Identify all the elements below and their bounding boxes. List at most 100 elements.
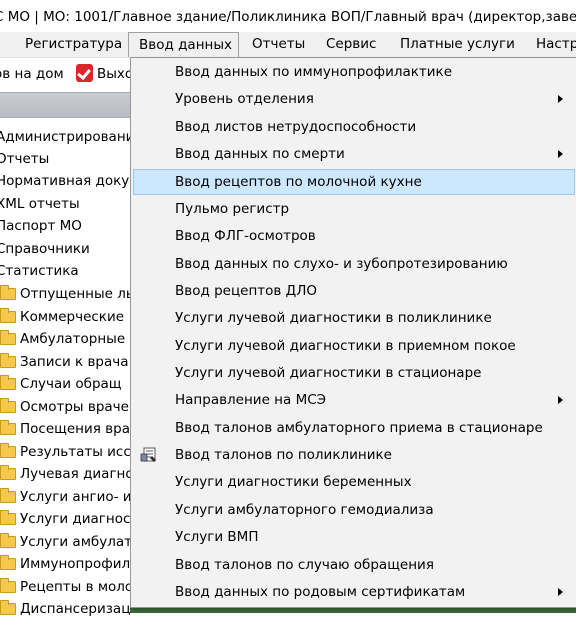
exit-checkmark-icon[interactable] [76,64,93,82]
menu-item-label: Ввод листов нетрудоспособности [175,119,417,135]
folder-icon [0,443,16,458]
menu-item-dlo-recipes[interactable]: Ввод рецептов ДЛО [133,279,575,304]
folder-icon [0,353,16,368]
folder-icon [0,398,16,413]
menu-item-label: Услуги ВМП [175,529,259,545]
tree-item[interactable]: Паспорт МО [0,215,82,237]
tree-item[interactable]: Отчеты [0,148,49,170]
menu-item-vmp-services[interactable]: Услуги ВМП [133,525,575,550]
menu-item-hearing-dental-prosthetics[interactable]: Ввод данных по слухо- и зубопротезирован… [133,252,575,277]
tree-item-label: Услуги ангио- и [20,489,132,505]
menu-item-milk-kitchen-recipes[interactable]: Ввод рецептов по молочной кухне [133,169,575,195]
window-title-bar: С МО | МО: 1001/Главное здание/Поликлини… [0,0,576,32]
menu-item-flg-exams[interactable]: Ввод ФЛГ-осмотров [133,224,575,249]
tree-item-label: Отпущенные лы [20,286,137,302]
tree-item-label: Амбулаторные [20,331,126,347]
folder-icon [0,420,16,435]
tree-item[interactable]: Справочники [0,238,90,260]
menu-item-radiology-polyclinic[interactable]: Услуги лучевой диагностики в поликлинике [133,306,575,331]
tree-item[interactable]: XML отчеты [0,193,80,215]
submenu-arrow-icon [558,588,563,596]
tree-item[interactable]: Статистика [0,260,79,282]
menu-item-case-coupons[interactable]: Ввод талонов по случаю обращения [133,553,575,578]
menu-item-label: Ввод рецептов по молочной кухне [175,174,422,190]
menu-item-label: Ввод данных по родовым сертификатам [175,584,466,600]
submenu-arrow-icon [558,396,563,404]
menu-item-death-data[interactable]: Ввод данных по смерти [133,142,575,167]
menu-item-label: Ввод ФЛГ-осмотров [175,228,316,244]
menu-reports[interactable]: Отчеты [252,32,305,56]
folder-icon [0,600,16,615]
menu-item-mse-referral[interactable]: Направление на МСЭ [133,388,575,413]
folder-icon [0,555,16,570]
menu-item-label: Ввод данных по смерти [175,146,345,162]
menu-item-label: Услуги лучевой диагностики в поликлинике [175,310,492,326]
menu-item-label: Ввод талонов амбулаторного приема в стац… [175,420,543,436]
menu-item-label: Ввод данных по слухо- и зубопротезирован… [175,256,508,272]
tree-item-label: Иммунопрофил [20,556,131,572]
tree-item-label: Администрировани [0,129,135,145]
folder-icon [0,488,16,503]
tree-item-label: Рецепты в моло [20,579,134,595]
menu-item-label: Пульмо регистр [175,201,290,217]
menu-item-radiology-admission[interactable]: Услуги лучевой диагностики в приемном по… [133,334,575,359]
menu-item-label: Ввод талонов по поликлинике [175,447,392,463]
menu-registratura[interactable]: Регистратура [25,32,122,56]
menu-item-outpatient-coupons-hospital[interactable]: Ввод талонов амбулаторного приема в стац… [133,416,575,441]
exit-button[interactable]: Выхо [97,66,133,82]
menu-item-outpatient-hemodialysis[interactable]: Услуги амбулаторного гемодиализа [133,498,575,523]
tree-item-label: Записи к врача [20,354,129,370]
tree-item-label: Услуги диагнос [20,511,131,527]
menu-item-label: Направление на МСЭ [175,392,327,408]
folder-icon [0,533,16,548]
menu-item-radiology-hospital[interactable]: Услуги лучевой диагностики в стационаре [133,361,575,386]
tree-item-label: Нормативная доку [0,173,130,189]
tree-item-label: Результаты исс [20,444,131,460]
menu-item-immunoprophylaxis[interactable]: Ввод данных по иммунопрофилактике [133,60,575,85]
tree-item-label: Случаи обращ [20,376,122,392]
tree-item-label: Коммерческие [20,309,125,325]
menu-item-label: Услуги амбулаторного гемодиализа [175,502,434,518]
home-visits-button[interactable]: ов на дом [0,66,64,82]
menu-item-label: Ввод талонов по случаю обращения [175,557,434,573]
tree-item-label: Отчеты [0,151,50,167]
data-entry-dropdown-menu: Ввод данных по иммунопрофилактике Уровен… [130,57,576,608]
tree-item-label: Посещения вра [20,421,130,437]
menu-item-pulmo-register[interactable]: Пульмо регистр [133,197,575,222]
menu-service[interactable]: Сервис [326,32,376,56]
folder-icon [0,330,16,345]
folder-icon [0,578,16,593]
menu-data-entry[interactable]: Ввод данных [128,32,239,57]
tree-item-label: Справочники [0,241,90,257]
tree-item-label: Диспансеризаци [20,601,140,617]
window-title: С МО | МО: 1001/Главное здание/Поликлини… [0,9,576,25]
tree-item-label: XML отчеты [0,196,80,212]
menu-item-birth-certificates[interactable]: Ввод данных по родовым сертификатам [133,580,575,605]
menu-item-label: Услуги лучевой диагностики в стационаре [175,365,482,381]
tree-item[interactable]: Администрировани [0,126,134,148]
tree-item-label: Паспорт МО [0,218,82,234]
menu-item-label: Ввод рецептов ДЛО [175,283,317,299]
menu-item-sick-leave[interactable]: Ввод листов нетрудоспособности [133,115,575,140]
tree-item-label: Услуги амбулат [20,534,132,550]
menu-item-polyclinic-coupons[interactable]: Ввод талонов по поликлинике [133,443,575,468]
menu-item-label: Уровень отделения [175,91,314,107]
menu-item-label: Услуги диагностики беременных [175,474,412,490]
tree-item-label: Осмотры враче [20,399,129,415]
submenu-arrow-icon [558,150,563,158]
menu-item-label: Ввод данных по иммунопрофилактике [175,64,453,80]
tree-item-label: Лучевая диагно [20,466,134,482]
menu-item-department-level[interactable]: Уровень отделения [133,87,575,112]
folder-icon [0,465,16,480]
menu-item-label: Услуги лучевой диагностики в приемном по… [175,338,516,354]
menu-bar: Регистратура Ввод данных Отчеты Сервис П… [0,32,576,58]
menu-settings[interactable]: Настр [536,32,576,56]
folder-icon [0,285,16,300]
folder-icon [0,510,16,525]
folder-icon [0,375,16,390]
folder-icon [0,308,16,323]
document-form-icon [140,447,156,462]
tree-item[interactable]: Нормативная доку [0,170,129,192]
menu-paid-services[interactable]: Платные услуги [400,32,515,56]
menu-item-pregnancy-diagnostics[interactable]: Услуги диагностики беременных [133,470,575,495]
